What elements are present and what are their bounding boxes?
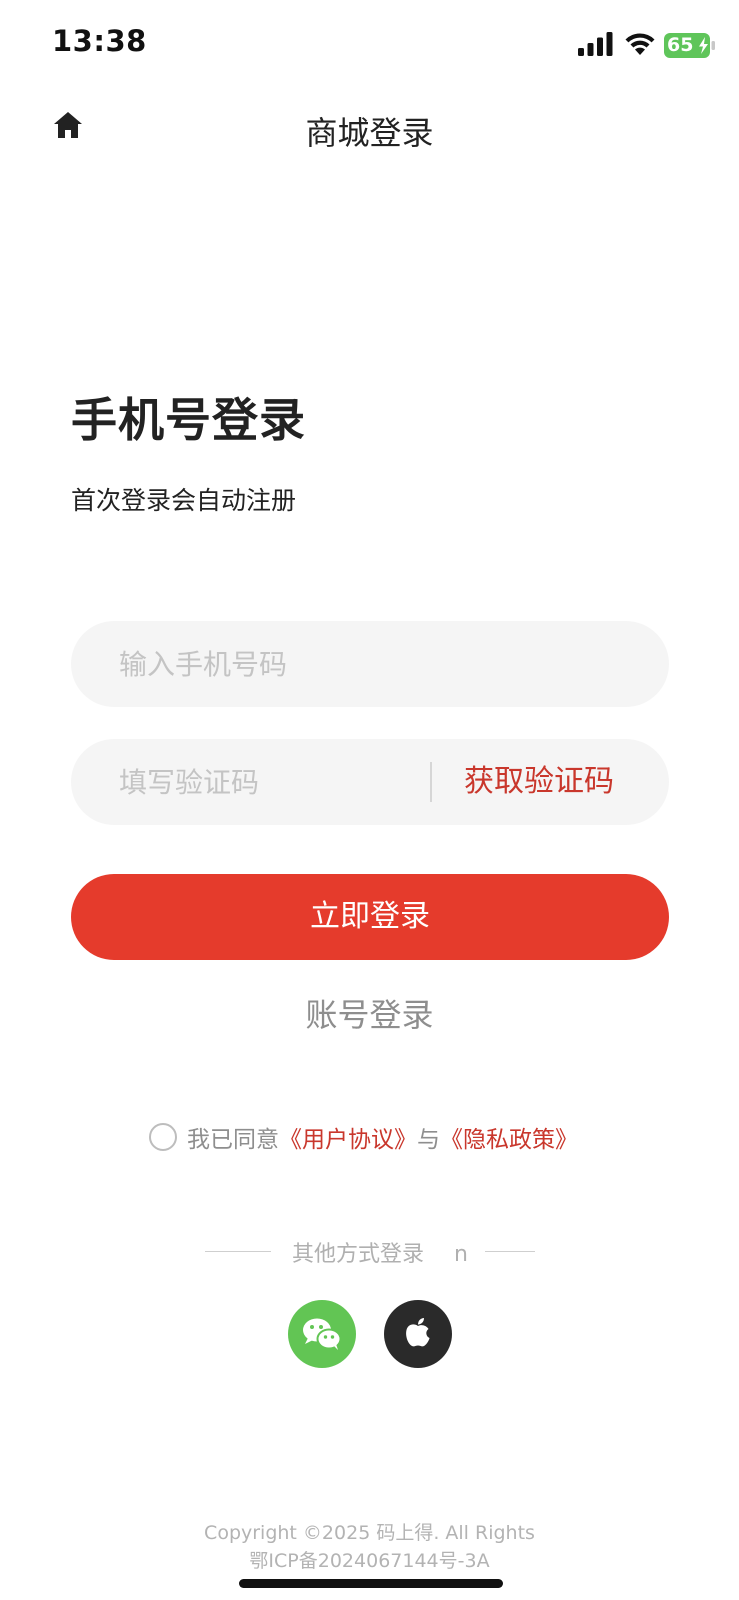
wechat-icon: [303, 1318, 342, 1350]
login-button[interactable]: 立即登录: [71, 874, 669, 960]
home-indicator: [239, 1579, 503, 1588]
login-subtitle: 首次登录会自动注册: [71, 486, 297, 515]
privacy-policy-link[interactable]: 《隐私政策》: [440, 1120, 578, 1154]
agreement-prefix: 我已同意: [187, 1127, 279, 1153]
footer-copyright: Copyright ©2025 码上得. All Rights: [204, 1522, 535, 1544]
agreement-connector: 与: [417, 1127, 440, 1153]
stray-char: n: [454, 1242, 468, 1267]
wifi-icon: [625, 33, 655, 55]
page-header-title: 商城登录: [305, 114, 434, 152]
divider-right: [485, 1251, 535, 1252]
footer-icp: 鄂ICP备2024067144号-3A: [249, 1550, 490, 1572]
code-field-divider: [430, 762, 432, 802]
battery-level: 65: [667, 34, 694, 56]
battery-indicator: 65: [664, 33, 716, 58]
verification-code-input[interactable]: [119, 739, 419, 825]
cellular-signal-icon: [578, 32, 613, 56]
phone-input[interactable]: [119, 621, 639, 707]
status-time: 13:38: [52, 24, 147, 58]
login-title: 手机号登录: [71, 393, 306, 447]
other-login-label: 其他方式登录 n: [292, 1236, 468, 1268]
wechat-login-button[interactable]: [288, 1300, 356, 1368]
get-code-button[interactable]: 获取验证码: [464, 739, 614, 825]
agreement-row: 我已同意 《用户协议》 与 《隐私政策》: [149, 1121, 578, 1153]
verification-code-field: 获取验证码: [71, 739, 669, 825]
user-agreement-link[interactable]: 《用户协议》: [279, 1120, 417, 1154]
other-login-text: 其他方式登录: [292, 1242, 425, 1267]
account-login-link[interactable]: 账号登录: [0, 990, 739, 1036]
apple-login-button[interactable]: [384, 1300, 452, 1368]
phone-field: [71, 621, 669, 707]
divider-left: [205, 1251, 271, 1252]
agreement-checkbox[interactable]: [149, 1123, 177, 1151]
apple-icon: [406, 1318, 430, 1347]
